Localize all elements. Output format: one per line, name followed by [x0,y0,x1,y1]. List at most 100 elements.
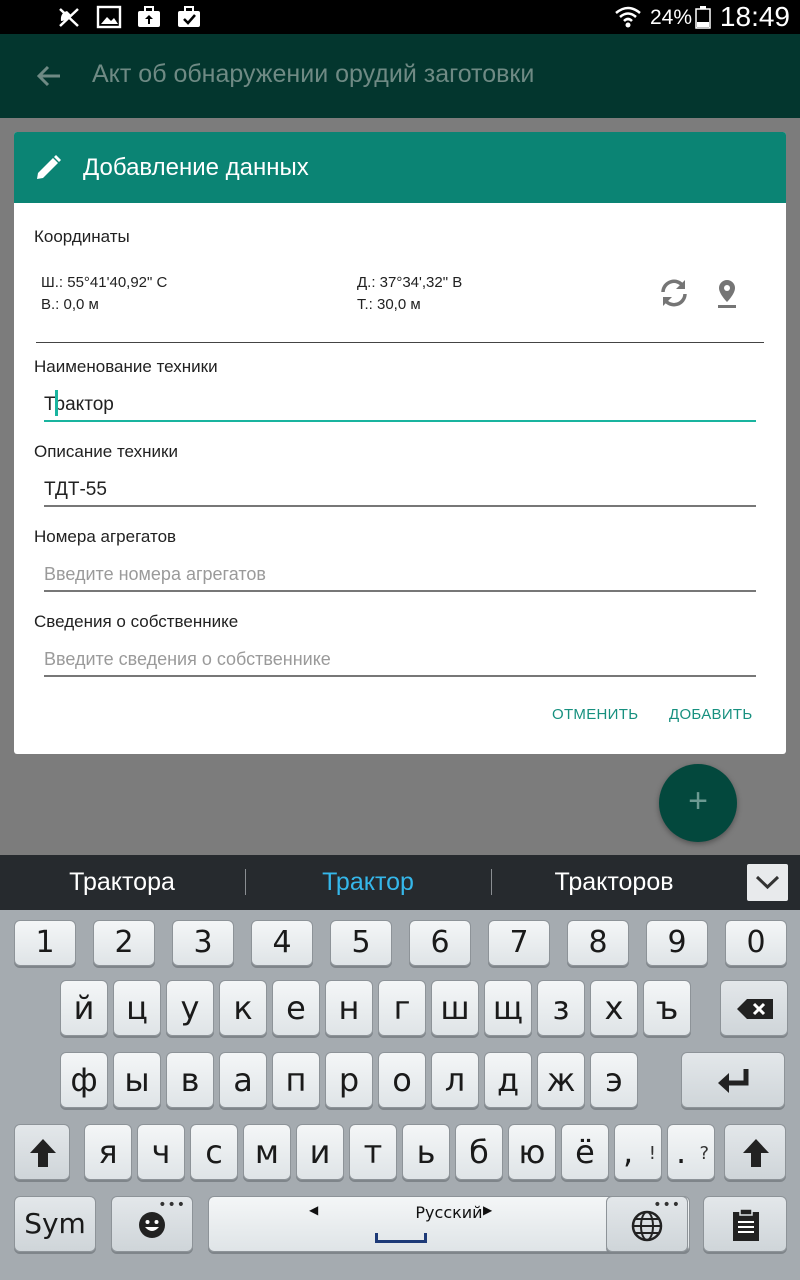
space-bar-icon [375,1233,427,1243]
suggestion-item-selected[interactable]: Трактор [248,868,488,897]
accuracy-value: Т.: 30,0 м [357,296,421,313]
key-2[interactable]: 2 [93,920,155,966]
unit-numbers-input[interactable]: Введите номера агрегатов [44,556,756,592]
longitude-value: Д.: 37°34',32" В [357,274,463,291]
key-letter[interactable]: й [60,980,108,1036]
key-8[interactable]: 8 [567,920,629,966]
add-data-dialog: Добавление данных Координаты Ш.: 55°41'4… [14,132,786,754]
key-letter[interactable]: я [84,1124,132,1180]
key-letter[interactable]: г [378,980,426,1036]
key-4[interactable]: 4 [251,920,313,966]
pencil-icon [37,155,61,179]
key-letter[interactable]: л [431,1052,479,1108]
equipment-description-input[interactable]: ТДТ-55 [44,471,756,507]
key-letter[interactable]: и [296,1124,344,1180]
key-letter[interactable]: ы [113,1052,161,1108]
owner-info-placeholder: Введите сведения о собственнике [44,649,331,669]
period-key[interactable]: . ? [667,1124,715,1180]
backspace-key[interactable] [720,980,788,1036]
altitude-value: В.: 0,0 м [41,296,99,313]
comma-alt-label: ! [648,1143,656,1164]
key-letter[interactable]: б [455,1124,503,1180]
key-letter[interactable]: с [190,1124,238,1180]
shift-icon [743,1139,769,1167]
key-letter[interactable]: в [166,1052,214,1108]
language-key[interactable]: ••• [606,1196,688,1252]
key-letter[interactable]: е [272,980,320,1036]
suggestion-divider [245,869,246,895]
battery-icon [695,6,711,29]
dialog-title: Добавление данных [83,154,309,181]
key-letter[interactable]: з [537,980,585,1036]
chevron-right-icon: ▶ [483,1203,493,1217]
key-3[interactable]: 3 [172,920,234,966]
key-letter[interactable]: м [243,1124,291,1180]
key-letter[interactable]: ё [561,1124,609,1180]
refresh-icon[interactable] [657,276,691,310]
input-underline [44,675,756,677]
shift-key-left[interactable] [14,1124,70,1180]
key-letter[interactable]: э [590,1052,638,1108]
clipboard-key[interactable] [703,1196,787,1252]
enter-key[interactable] [681,1052,785,1108]
key-letter[interactable]: ю [508,1124,556,1180]
key-0[interactable]: 0 [725,920,787,966]
collapse-suggestions-button[interactable] [747,864,788,901]
input-underline [44,505,756,507]
key-letter[interactable]: х [590,980,638,1036]
sym-key[interactable]: Sym [14,1196,96,1252]
key-letter[interactable]: ь [402,1124,450,1180]
suggestion-item[interactable]: Тракторов [494,868,734,897]
plus-icon: + [688,782,708,820]
add-button[interactable]: ДОБАВИТЬ [669,706,753,723]
text-cursor [55,390,58,416]
key-letter[interactable]: т [349,1124,397,1180]
emoji-key[interactable]: ••• [111,1196,193,1252]
latitude-value: Ш.: 55°41'40,92" С [41,274,168,291]
clock: 18:49 [719,1,790,32]
key-letter[interactable]: щ [484,980,532,1036]
key-6[interactable]: 6 [409,920,471,966]
suggestion-item[interactable]: Трактора [2,868,242,897]
key-letter[interactable]: д [484,1052,532,1108]
key-letter[interactable]: ъ [643,980,691,1036]
key-9[interactable]: 9 [646,920,708,966]
key-7[interactable]: 7 [488,920,550,966]
key-letter[interactable]: ш [431,980,479,1036]
key-letter[interactable]: п [272,1052,320,1108]
key-letter[interactable]: ч [137,1124,185,1180]
key-letter[interactable]: р [325,1052,373,1108]
suggestion-divider [491,869,492,895]
key-letter[interactable]: к [219,980,267,1036]
key-1[interactable]: 1 [14,920,76,966]
more-options-dots: ••• [653,1197,681,1213]
key-letter[interactable]: ц [113,980,161,1036]
status-bar: 24% 18:49 [0,0,800,34]
key-letter[interactable]: у [166,980,214,1036]
backspace-icon [737,999,773,1019]
cancel-button[interactable]: ОТМЕНИТЬ [552,706,638,723]
briefcase-check-icon [178,6,200,27]
key-letter[interactable]: а [219,1052,267,1108]
unit-numbers-placeholder: Введите номера агрегатов [44,564,266,584]
key-5[interactable]: 5 [330,920,392,966]
owner-info-label: Сведения о собственнике [34,612,239,631]
key-letter[interactable]: о [378,1052,426,1108]
owner-info-input[interactable]: Введите сведения о собственнике [44,641,756,677]
map-marker-icon[interactable] [714,278,740,310]
wifi-icon [615,6,641,28]
add-fab-button[interactable]: + [659,764,737,842]
shift-key-right[interactable] [724,1124,786,1180]
shift-icon [30,1139,56,1167]
input-underline [44,590,756,592]
key-letter[interactable]: ж [537,1052,585,1108]
key-letter[interactable]: н [325,980,373,1036]
enter-icon [718,1069,749,1093]
chevron-down-icon [755,875,780,890]
suggestion-bar: Трактора Трактор Тракторов [0,855,800,910]
key-letter[interactable]: ф [60,1052,108,1108]
arrow-back-icon[interactable] [34,62,64,90]
battery-percent: 24% [649,6,692,29]
equipment-name-input[interactable]: Трактор [44,386,756,422]
comma-key[interactable]: , ! [614,1124,662,1180]
